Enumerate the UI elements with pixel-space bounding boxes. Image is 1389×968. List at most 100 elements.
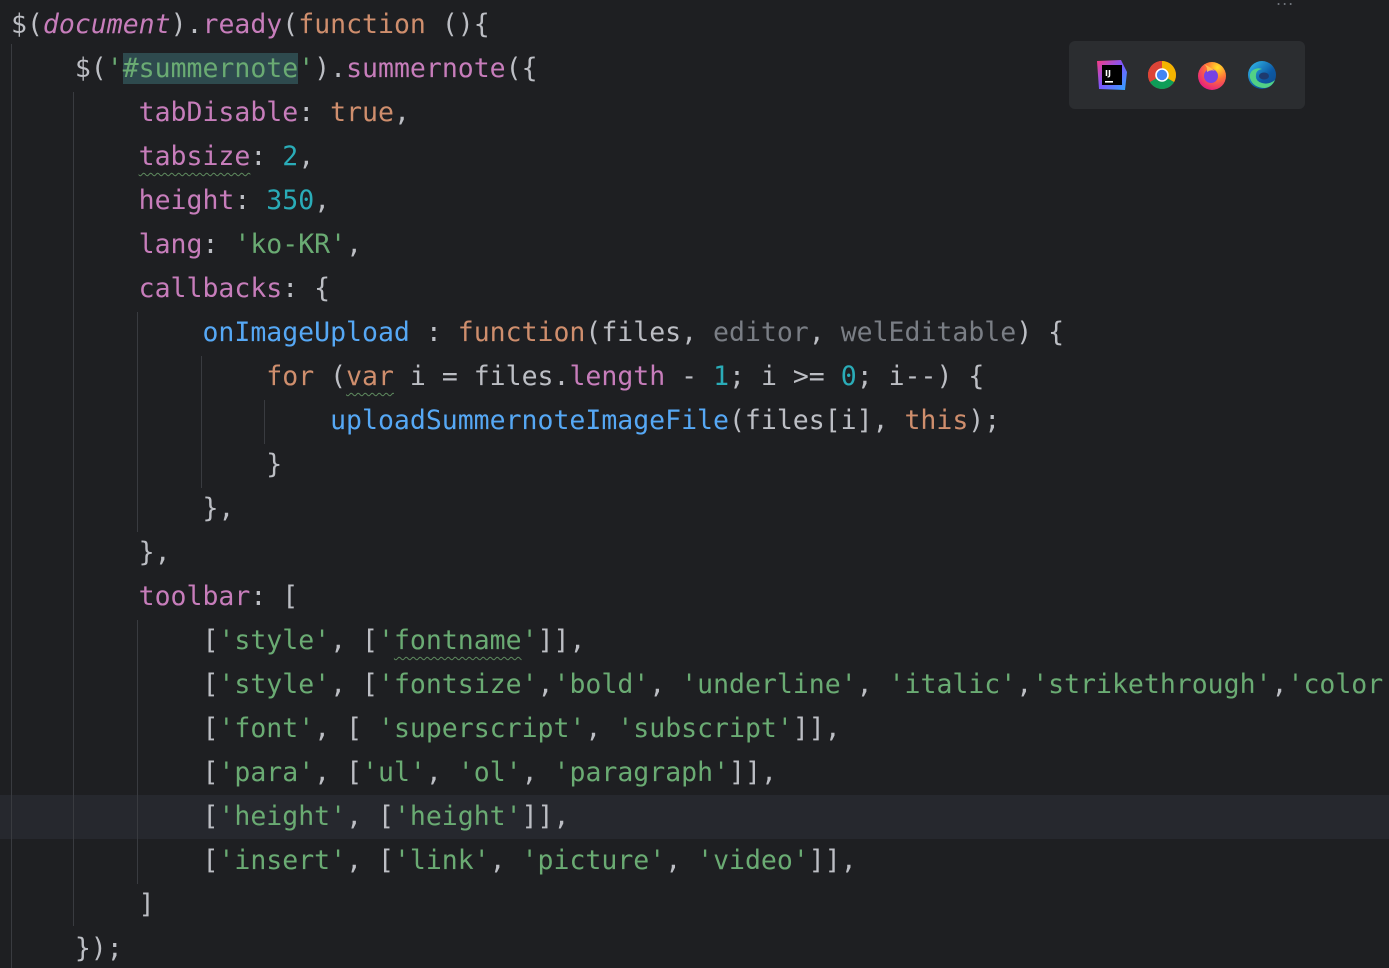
- code-token: ]],: [537, 625, 586, 656]
- code-token: function: [457, 317, 586, 348]
- code-token: }: [11, 449, 283, 480]
- code-token: 2: [282, 141, 299, 172]
- code-token: ; i--) {: [856, 361, 985, 392]
- code-editor[interactable]: $(document).ready(function (){ $('#summe…: [0, 0, 1389, 968]
- code-line[interactable]: tabDisable: true,: [11, 91, 410, 135]
- code-token: ,: [346, 229, 363, 260]
- code-token: 'ol': [457, 757, 522, 788]
- code-token: fontname: [393, 625, 522, 656]
- code-line[interactable]: ['para', ['ul', 'ol', 'paragraph']],: [11, 751, 776, 795]
- code-token: $(: [11, 9, 43, 40]
- code-line[interactable]: toolbar: [: [11, 575, 299, 619]
- code-token: 'font': [218, 713, 315, 744]
- code-token: ).: [314, 53, 347, 84]
- code-line[interactable]: $('#summernote').summernote({: [11, 47, 538, 91]
- code-token: :: [409, 317, 458, 348]
- code-line[interactable]: ['font', [ 'superscript', 'subscript']],: [11, 707, 840, 751]
- code-line[interactable]: },: [11, 531, 171, 575]
- code-token: ,: [521, 757, 554, 788]
- code-token: 1: [713, 361, 730, 392]
- firefox-icon[interactable]: [1195, 58, 1229, 92]
- code-token: (: [282, 9, 299, 40]
- code-line[interactable]: ['style', ['fontname']],: [11, 619, 585, 663]
- code-token: 'superscript': [377, 713, 586, 744]
- code-token: ]],: [521, 801, 570, 832]
- code-token: 'style': [218, 669, 331, 700]
- code-token: ,: [1271, 669, 1288, 700]
- code-token: 'style': [218, 625, 331, 656]
- code-token: ,: [314, 185, 331, 216]
- code-token: (: [314, 361, 347, 392]
- code-token: 'paragraph': [553, 757, 730, 788]
- code-token: 'ul': [362, 757, 426, 788]
- code-line[interactable]: ['insert', ['link', 'picture', 'video']]…: [11, 839, 856, 883]
- code-token: , [: [314, 757, 363, 788]
- code-token: ': [377, 625, 394, 656]
- code-token: ,: [856, 669, 889, 700]
- code-token: toolbar: [138, 581, 251, 612]
- code-token: [: [11, 669, 219, 700]
- code-token: editor: [713, 317, 809, 348]
- code-token: $(: [11, 53, 107, 84]
- code-token: ,: [665, 845, 698, 876]
- code-token: );: [968, 405, 1001, 436]
- code-token: height: [138, 185, 235, 216]
- code-line[interactable]: uploadSummernoteImageFile(files[i], this…: [11, 399, 1000, 443]
- code-token: ,: [1016, 669, 1033, 700]
- code-token: 'height': [393, 801, 522, 832]
- edge-icon[interactable]: [1245, 58, 1279, 92]
- code-token: ({: [505, 53, 538, 84]
- code-line[interactable]: }: [11, 443, 282, 487]
- code-token: ,: [425, 757, 458, 788]
- code-token: 'color: [1287, 669, 1384, 700]
- code-line[interactable]: height: 350,: [11, 179, 331, 223]
- code-token: , [: [346, 845, 394, 876]
- browser-preview-popup: IJ: [1069, 41, 1305, 109]
- code-token: [: [11, 845, 219, 876]
- code-token: , [: [346, 801, 394, 832]
- code-line[interactable]: callbacks: {: [11, 267, 330, 311]
- code-token: :: [234, 185, 267, 216]
- code-line[interactable]: for (var i = files.length - 1; i >= 0; i…: [11, 355, 984, 399]
- code-token: ,: [649, 669, 682, 700]
- code-token: [: [11, 801, 219, 832]
- code-token: , [: [314, 713, 378, 744]
- code-line[interactable]: },: [11, 487, 234, 531]
- code-line[interactable]: ['height', ['height']],: [11, 795, 569, 839]
- code-token: : {: [282, 273, 331, 304]
- code-token: uploadSummernoteImageFile: [330, 405, 729, 436]
- code-token: 0: [840, 361, 857, 392]
- code-line[interactable]: ]: [11, 883, 155, 927]
- code-token: [: [11, 713, 219, 744]
- code-line[interactable]: ['style', ['fontsize','bold', 'underline…: [11, 663, 1383, 707]
- code-line[interactable]: tabsize: 2,: [11, 135, 315, 179]
- code-token: ) {: [1016, 317, 1065, 348]
- code-line[interactable]: $(document).ready(function (){: [11, 3, 490, 47]
- code-token: 'picture': [521, 845, 666, 876]
- code-token: ,: [585, 713, 618, 744]
- code-token: 'insert': [218, 845, 347, 876]
- intellij-idea-icon[interactable]: IJ: [1095, 58, 1129, 92]
- code-token: welEditable: [840, 317, 1017, 348]
- code-line[interactable]: lang: 'ko-KR',: [11, 223, 362, 267]
- code-token: 'para': [218, 757, 315, 788]
- code-token: function: [298, 9, 426, 40]
- code-token: true: [330, 97, 394, 128]
- code-token: },: [11, 537, 171, 568]
- code-token: (files[i],: [728, 405, 905, 436]
- chrome-icon[interactable]: [1145, 58, 1179, 92]
- code-token: [: [11, 757, 219, 788]
- code-token: for: [266, 361, 315, 392]
- code-line[interactable]: });: [11, 927, 123, 968]
- code-line[interactable]: onImageUpload : function(files, editor, …: [11, 311, 1064, 355]
- code-token: 'link': [393, 845, 490, 876]
- code-token: });: [11, 933, 123, 964]
- code-token: summernote: [346, 53, 506, 84]
- code-token: ': [106, 53, 123, 84]
- code-token: document: [42, 9, 171, 40]
